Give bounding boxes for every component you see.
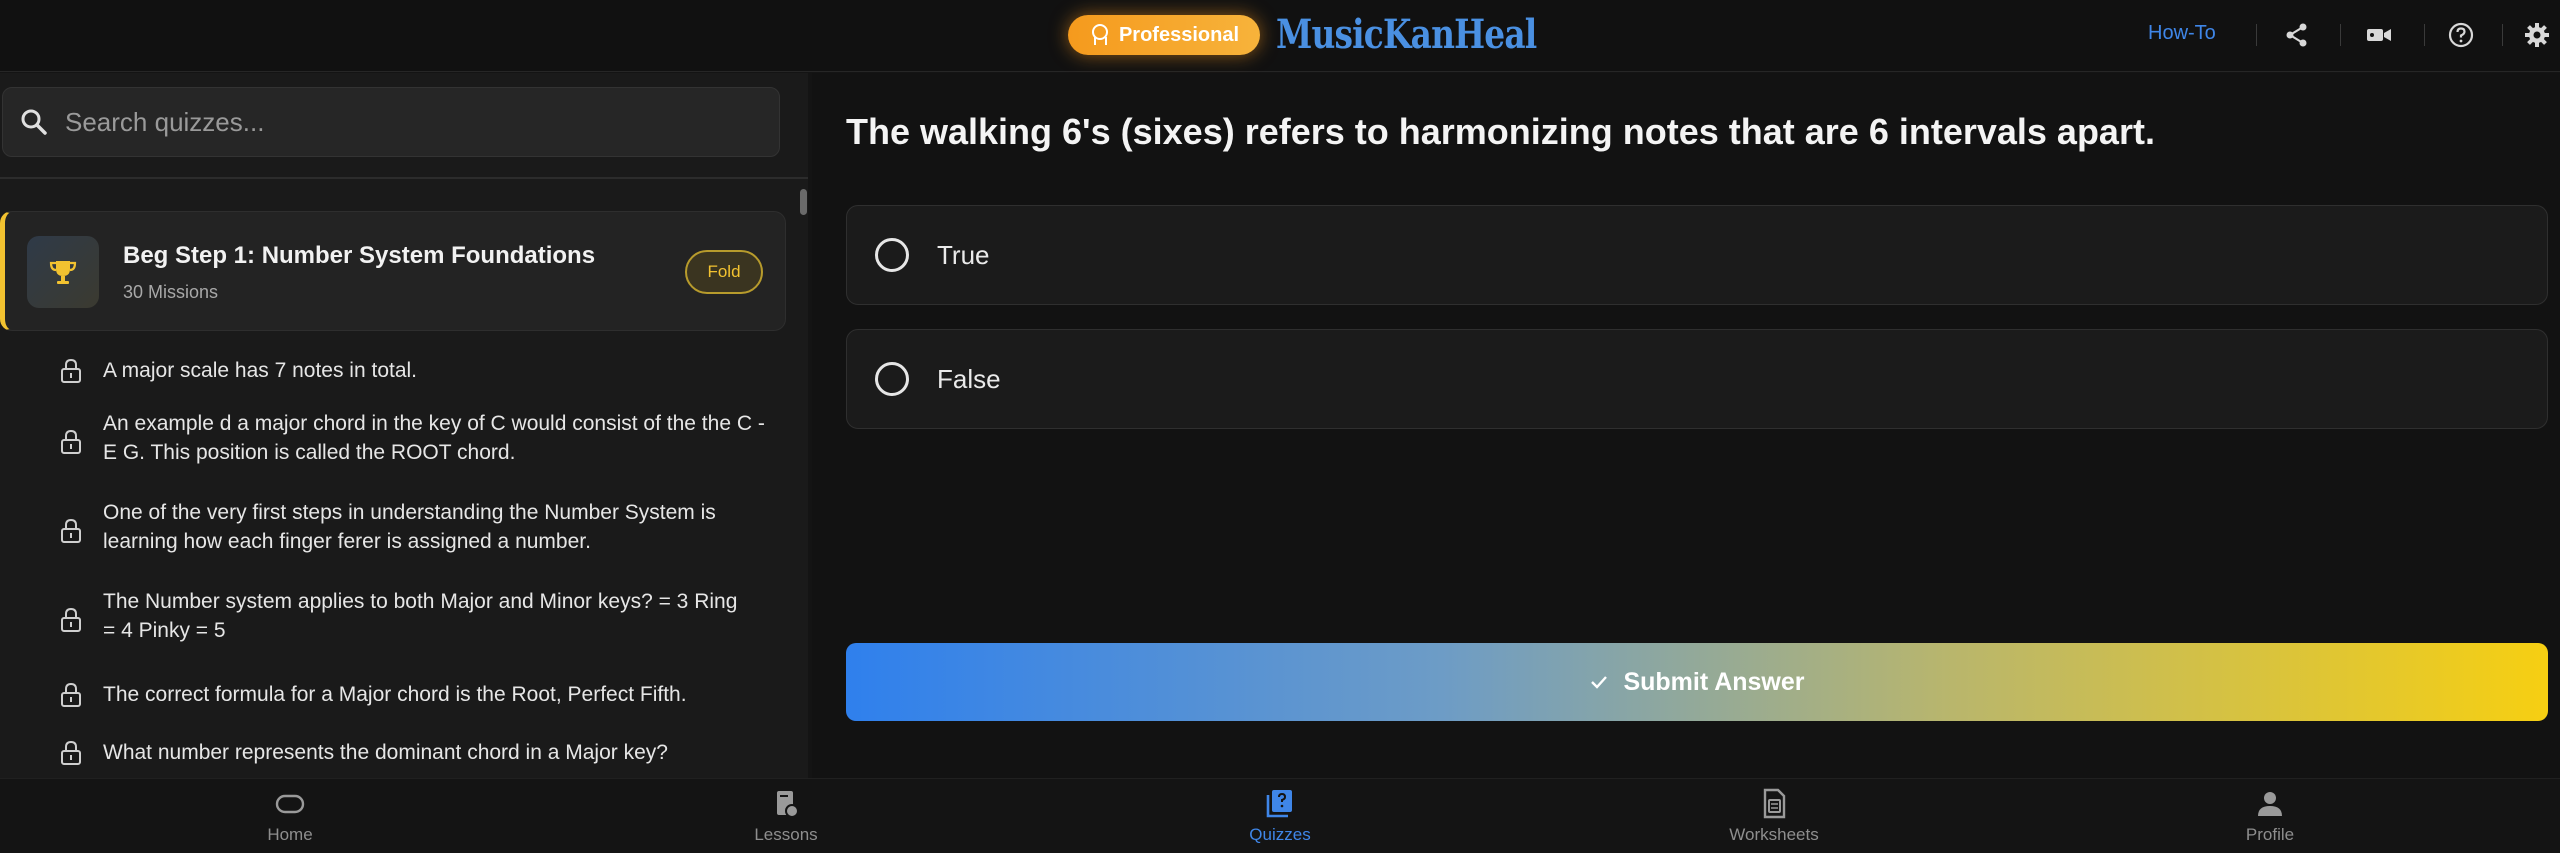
nav-label: Quizzes — [1249, 825, 1311, 844]
toolbar-divider — [2502, 24, 2503, 46]
radio-button[interactable] — [875, 238, 909, 272]
badge-label: Professional — [1118, 23, 1240, 46]
search-icon — [21, 109, 47, 135]
nav-label: Worksheets — [1729, 825, 1819, 844]
mission-text: An example d a major chord in the key of… — [103, 412, 765, 464]
how-to-link[interactable]: How-To — [2148, 22, 2216, 45]
option-label: True — [937, 239, 990, 270]
worksheets-icon — [1763, 788, 1786, 819]
lock-icon — [61, 429, 81, 454]
nav-worksheets[interactable]: Worksheets — [1674, 787, 1874, 849]
mission-text: One of the very first steps in understan… — [103, 501, 716, 553]
nav-label: Home — [267, 825, 313, 844]
sidebar-scrollbar[interactable] — [800, 189, 807, 215]
toolbar-divider — [2424, 24, 2425, 46]
lock-icon — [61, 358, 81, 383]
quiz-panel: The walking 6's (sixes) refers to harmon… — [812, 73, 2560, 778]
lock-icon — [61, 740, 81, 765]
toolbar-divider — [2340, 24, 2341, 46]
settings-icon[interactable] — [2520, 18, 2554, 52]
mission-text: The correct formula for a Major chord is… — [103, 683, 687, 706]
mission-text: The Number system applies to both Major … — [103, 590, 738, 642]
home-icon — [275, 794, 305, 814]
lessons-icon — [777, 791, 799, 818]
search-bar — [2, 87, 780, 157]
mission-text: A major scale has 7 notes in total. — [103, 359, 418, 382]
quiz-sidebar: Beg Step 1: Number System Foundations 30… — [0, 73, 808, 778]
nav-lessons[interactable]: Lessons — [686, 787, 886, 849]
step-card[interactable]: Beg Step 1: Number System Foundations 30… — [0, 211, 786, 331]
check-icon — [1591, 676, 1608, 689]
nav-label: Profile — [2245, 825, 2295, 844]
app-logo[interactable]: MusicKanHeal — [1276, 9, 1537, 61]
lock-icon — [61, 518, 81, 543]
sidebar-divider — [0, 177, 808, 179]
top-bar: Professional MusicKanHeal How-To — [0, 0, 2560, 72]
nav-home[interactable]: Home — [190, 787, 390, 849]
search-input[interactable] — [65, 106, 745, 138]
answer-option-true[interactable]: True — [846, 205, 2548, 305]
radio-button[interactable] — [875, 362, 909, 396]
lock-icon — [61, 607, 81, 632]
share-icon[interactable] — [2280, 18, 2314, 52]
option-label: False — [937, 363, 1001, 394]
nav-quizzes[interactable]: Quizzes — [1180, 787, 1380, 849]
nav-profile[interactable]: Profile — [2170, 787, 2370, 849]
medal-icon — [1089, 24, 1109, 46]
step-title: Beg Step 1: Number System Foundations — [123, 242, 596, 269]
lock-icon — [61, 682, 81, 707]
submit-label: Submit Answer — [1623, 667, 1805, 696]
answer-option-false[interactable]: False — [846, 329, 2548, 429]
step-mission-count: 30 Missions — [123, 282, 219, 302]
profile-icon — [2258, 792, 2282, 816]
mission-text: What number represents the dominant chor… — [103, 741, 668, 764]
submit-answer-button[interactable]: Submit Answer — [846, 643, 2548, 721]
question-text: The walking 6's (sixes) refers to harmon… — [846, 111, 2155, 152]
video-icon[interactable] — [2362, 18, 2396, 52]
professional-badge[interactable]: Professional — [1068, 15, 1260, 55]
bottom-navigation: Home Lessons Quizzes Worksheets Profile — [0, 778, 2560, 853]
trophy-icon — [27, 236, 99, 308]
help-icon[interactable] — [2444, 18, 2478, 52]
fold-button[interactable]: Fold — [685, 250, 763, 294]
quizzes-icon — [1266, 790, 1292, 818]
nav-label: Lessons — [754, 825, 818, 844]
toolbar-divider — [2256, 24, 2257, 46]
